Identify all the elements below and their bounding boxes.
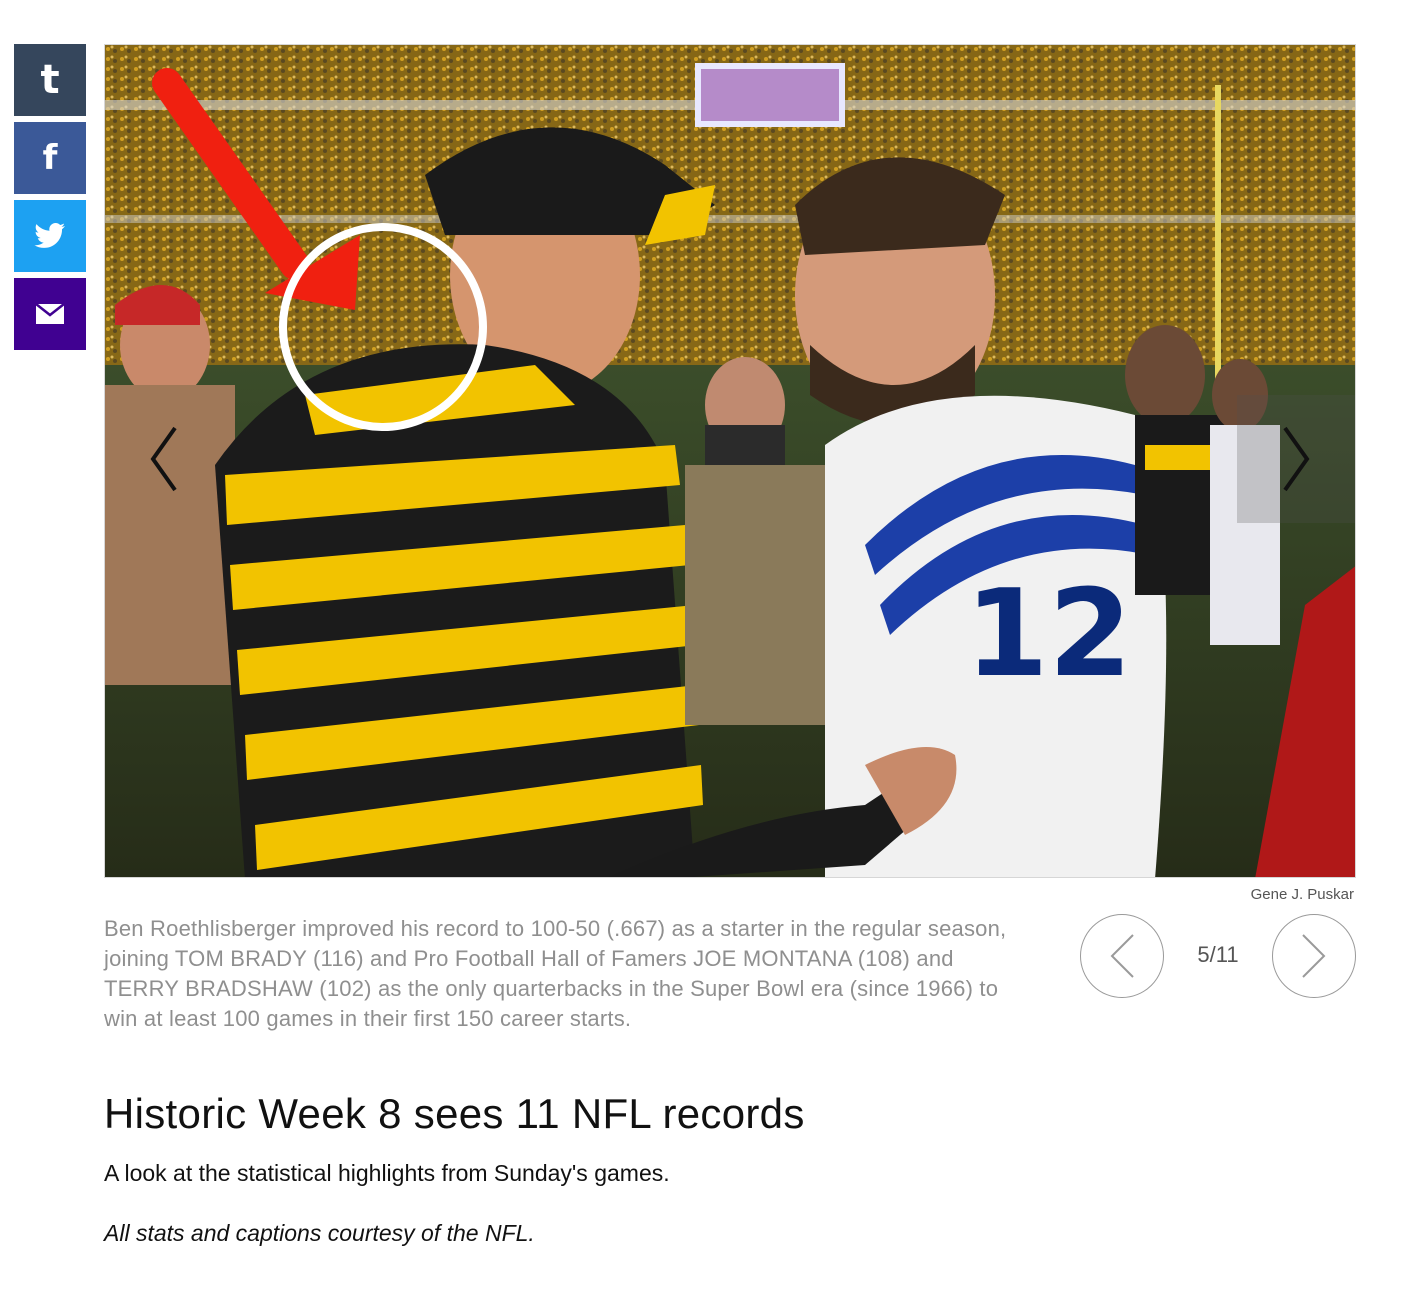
- pager-next-button[interactable]: [1272, 914, 1356, 998]
- slide-next-button[interactable]: [1237, 395, 1355, 523]
- slide-counter: 5/11: [1197, 942, 1239, 967]
- article-headline: Historic Week 8 sees 11 NFL records: [104, 1090, 805, 1137]
- game-photo: 12: [105, 45, 1355, 877]
- chevron-right-icon: [1283, 426, 1310, 492]
- chevron-left-icon: [150, 426, 177, 492]
- stats-courtesy-note: All stats and captions courtesy of the N…: [104, 1220, 535, 1246]
- photo-credit: Gene J. Puskar: [1250, 886, 1354, 903]
- twitter-bird-icon: [34, 223, 65, 248]
- chevron-right-icon: [1302, 934, 1326, 978]
- slide-pager: 5/11: [1080, 914, 1356, 1000]
- twitter-share-button[interactable]: [14, 200, 86, 272]
- envelope-icon: [35, 303, 65, 324]
- slide-caption: Ben Roethlisberger improved his record t…: [104, 916, 1007, 1031]
- email-share-button[interactable]: [14, 278, 86, 350]
- tumblr-icon: t: [40, 57, 60, 103]
- tumblr-share-button[interactable]: t: [14, 44, 86, 116]
- jersey-number: 12: [965, 565, 1132, 704]
- facebook-share-button[interactable]: f: [14, 122, 86, 194]
- chevron-left-icon: [1110, 934, 1134, 978]
- article-dek: A look at the statistical highlights fro…: [104, 1160, 670, 1186]
- pager-prev-button[interactable]: [1080, 914, 1164, 998]
- slide-prev-button[interactable]: [105, 395, 223, 523]
- share-bar: t f: [14, 44, 86, 356]
- slideshow-image[interactable]: 12: [104, 44, 1356, 878]
- facebook-icon: f: [42, 138, 58, 178]
